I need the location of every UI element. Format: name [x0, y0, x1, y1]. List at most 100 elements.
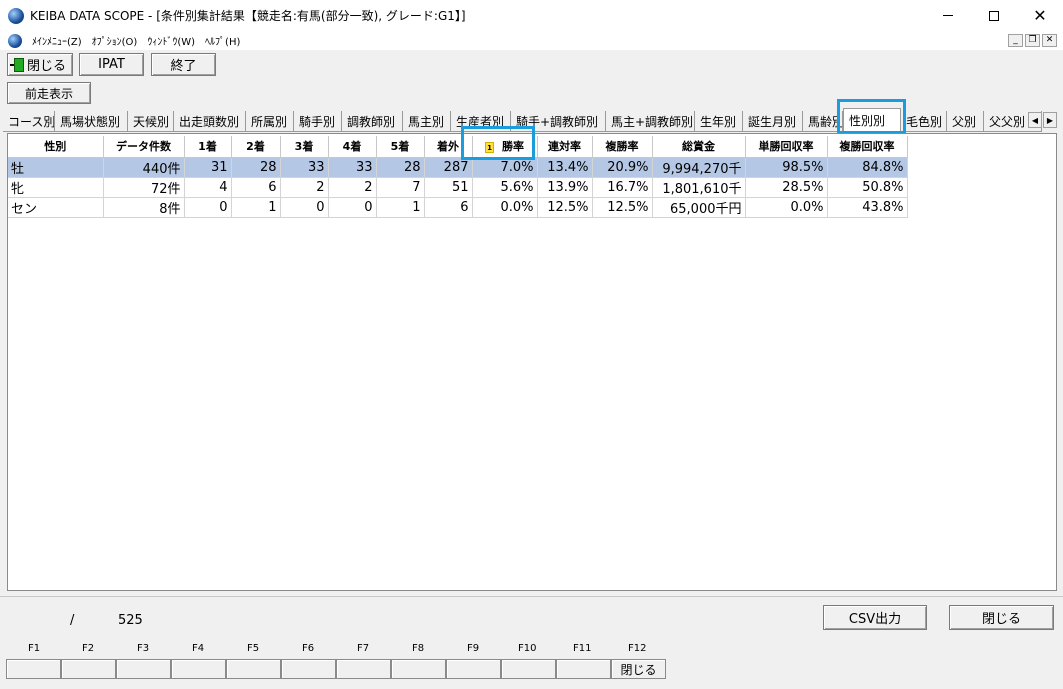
close-window-button[interactable]: ✕ [1017, 0, 1063, 31]
table-header-row: 性別 データ件数 1着 2着 3着 4着 5着 着外 1 勝率 連対率 複勝率 総… [8, 136, 908, 158]
table-cell: 28 [231, 157, 281, 178]
mdi-close-button[interactable]: ✕ [1042, 34, 1057, 47]
csv-export-button[interactable]: CSV出力 [823, 605, 927, 630]
fkey-f2-button[interactable] [61, 659, 116, 679]
fkey-label: F11 [573, 643, 592, 654]
tab-sex[interactable]: 性別別 [843, 108, 901, 132]
header-data-count[interactable]: データ件数 [103, 136, 185, 158]
fkey-f5-button[interactable] [226, 659, 281, 679]
tab-owner-trainer[interactable]: 馬主+調教師別 [606, 111, 695, 132]
fkey-f8-button[interactable] [391, 659, 446, 679]
record-separator: / [70, 613, 75, 628]
table-cell: 4 [184, 177, 232, 198]
menu-help[interactable]: ﾍﾙﾌﾟ(H) [205, 33, 240, 48]
window-title: KEIBA DATA SCOPE - [条件別集計結果【競走名:有馬(部分一致)… [30, 9, 466, 23]
fkey-f4-button[interactable] [171, 659, 226, 679]
exit-button[interactable]: 終了 [151, 53, 216, 76]
table-cell: 6 [231, 177, 281, 198]
fkey-f12-close-button[interactable]: 閉じる [611, 659, 666, 679]
table-cell: 33 [328, 157, 377, 178]
table-row[interactable]: セン 8件 0 1 0 0 1 6 0.0% 12.5% 12.5% 65,00… [8, 197, 908, 218]
table-row[interactable]: 牝 72件 4 6 2 2 7 51 5.6% 13.9% 16.7% 1,80… [8, 177, 908, 198]
table-cell: 9,994,270千 [652, 157, 746, 178]
header-5th[interactable]: 5着 [376, 136, 425, 158]
fkey-label: F10 [518, 643, 537, 654]
table-cell: 1 [231, 197, 281, 218]
title-bar: KEIBA DATA SCOPE - [条件別集計結果【競走名:有馬(部分一致)… [0, 0, 1063, 31]
fkey-label: F2 [82, 643, 95, 654]
close-icon: ✕ [1033, 5, 1047, 25]
tab-runners[interactable]: 出走頭数別 [174, 111, 246, 132]
close-dialog-button[interactable]: 閉じる [949, 605, 1054, 630]
mdi-globe-icon[interactable] [8, 33, 22, 48]
fkey-label: F9 [467, 643, 480, 654]
maximize-button[interactable] [971, 0, 1017, 31]
fkey-f3-button[interactable] [116, 659, 171, 679]
tab-weather[interactable]: 天候別 [128, 111, 174, 132]
menu-window[interactable]: ｳｨﾝﾄﾞｳ(W) [147, 33, 195, 48]
close-icon: ✕ [1045, 35, 1054, 45]
table-cell: 1 [376, 197, 425, 218]
header-top3-rate[interactable]: 複勝率 [592, 136, 653, 158]
tab-birth-month[interactable]: 誕生月別 [743, 111, 803, 132]
header-total-prize[interactable]: 総賞金 [652, 136, 746, 158]
table-cell: 28.5% [745, 177, 828, 198]
table-cell: 0 [184, 197, 232, 218]
table-cell: 1,801,610千 [652, 177, 746, 198]
table-cell: 72件 [103, 177, 185, 198]
fkey-f10-button[interactable] [501, 659, 556, 679]
fkey-label: F8 [412, 643, 425, 654]
minimize-icon [943, 15, 953, 16]
close-toolbar-button[interactable]: 閉じる [7, 53, 73, 76]
header-sex[interactable]: 性別 [8, 136, 104, 158]
arrow-right-icon: ▶ [1046, 115, 1054, 125]
fkey-f1-button[interactable] [6, 659, 61, 679]
header-win-rate[interactable]: 1 勝率 [472, 136, 538, 158]
tab-scroll-left-button[interactable]: ◀ [1028, 112, 1042, 128]
minimize-button[interactable] [925, 0, 971, 31]
fkey-f7-button[interactable] [336, 659, 391, 679]
tab-coat-color[interactable]: 毛色別 [901, 111, 947, 132]
header-win-return[interactable]: 単勝回収率 [745, 136, 828, 158]
fkey-f11-button[interactable] [556, 659, 611, 679]
fkey-f6-button[interactable] [281, 659, 336, 679]
menu-bar: ﾒｲﾝﾒﾆｭｰ(Z) ｵﾌﾟｼｮﾝ(O) ｳｨﾝﾄﾞｳ(W) ﾍﾙﾌﾟ(H) [0, 31, 1063, 50]
tab-affiliation[interactable]: 所属別 [246, 111, 294, 132]
fkey-label: F12 [628, 643, 647, 654]
tab-trainer[interactable]: 調教師別 [342, 111, 403, 132]
mdi-minimize-button[interactable]: _ [1008, 34, 1023, 47]
menu-options[interactable]: ｵﾌﾟｼｮﾝ(O) [92, 33, 138, 48]
table-cell: 6 [424, 197, 473, 218]
fkey-f9-button[interactable] [446, 659, 501, 679]
table-cell: 2 [328, 177, 377, 198]
mdi-restore-button[interactable]: ❐ [1025, 34, 1040, 47]
tab-age[interactable]: 馬齢別 [803, 111, 843, 132]
tab-owner[interactable]: 馬主別 [403, 111, 451, 132]
tab-breeder[interactable]: 生産者別 [451, 111, 511, 132]
exit-door-icon [9, 57, 24, 72]
header-3rd[interactable]: 3着 [280, 136, 329, 158]
tab-jockey-trainer[interactable]: 騎手+調教師別 [511, 111, 606, 132]
header-1st[interactable]: 1着 [184, 136, 232, 158]
table-cell: 0.0% [472, 197, 538, 218]
header-2nd[interactable]: 2着 [231, 136, 281, 158]
header-4th[interactable]: 4着 [328, 136, 377, 158]
fkey-label: F7 [357, 643, 370, 654]
menu-main[interactable]: ﾒｲﾝﾒﾆｭｰ(Z) [32, 33, 82, 48]
header-out-of-place[interactable]: 着外 [424, 136, 473, 158]
header-place-return[interactable]: 複勝回収率 [827, 136, 908, 158]
tab-scroll-right-button[interactable]: ▶ [1043, 112, 1057, 128]
table-row[interactable]: 牡 440件 31 28 33 33 28 287 7.0% 13.4% 20.… [8, 157, 908, 178]
ipat-button[interactable]: IPAT [79, 53, 144, 76]
header-top2-rate[interactable]: 連対率 [537, 136, 593, 158]
previous-race-button[interactable]: 前走表示 [7, 82, 91, 104]
tab-track-condition[interactable]: 馬場状態別 [55, 111, 128, 132]
tab-birth-year[interactable]: 生年別 [695, 111, 743, 132]
tab-course[interactable]: コース別 [3, 111, 55, 132]
category-tabs: コース別 馬場状態別 天候別 出走頭数別 所属別 騎手別 調教師別 馬主別 生産… [0, 108, 1063, 132]
table-cell: 7.0% [472, 157, 538, 178]
tab-jockey[interactable]: 騎手別 [294, 111, 342, 132]
table-cell: 5.6% [472, 177, 538, 198]
table-cell: 13.9% [537, 177, 593, 198]
tab-sire[interactable]: 父別 [947, 111, 984, 132]
